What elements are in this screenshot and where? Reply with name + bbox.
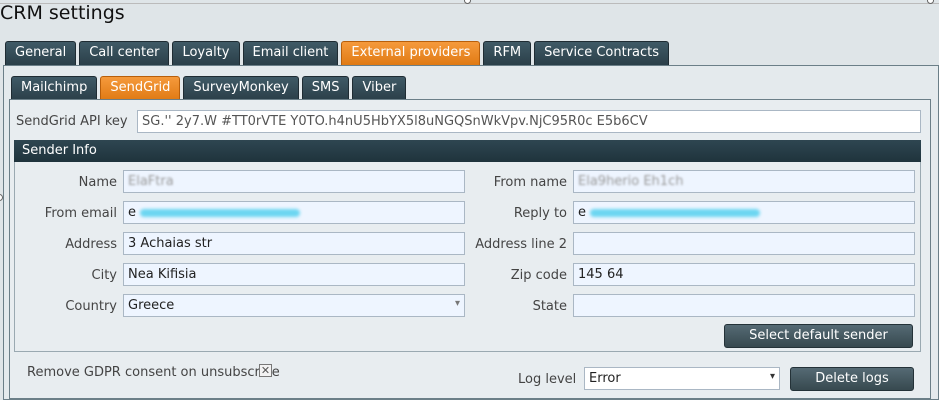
- tab-service-contracts[interactable]: Service Contracts: [534, 41, 670, 65]
- from-name-value: Ela9herio Eh1ch: [578, 174, 684, 189]
- api-key-label: SendGrid API key: [16, 114, 128, 129]
- from-email-value: e: [128, 205, 136, 220]
- main-tab-strip: General Call center Loyalty Email client…: [5, 41, 672, 65]
- zip-code-value: 145 64: [578, 267, 624, 282]
- api-key-input[interactable]: SG.'' 2y7.W #TT0rVTE Y0TO.h4nU5HbYX5l8uN…: [137, 110, 921, 133]
- tab-external-providers[interactable]: External providers: [341, 41, 481, 65]
- reply-to-input[interactable]: e: [573, 201, 915, 224]
- reply-to-label: Reply to: [513, 206, 567, 221]
- redacted-blur: [140, 208, 301, 217]
- tab-surveymonkey[interactable]: SurveyMonkey: [183, 76, 299, 100]
- log-level-value: Error: [589, 371, 621, 386]
- country-value: Greece: [128, 298, 175, 313]
- city-label: City: [91, 268, 117, 283]
- city-input[interactable]: Nea Kifisia: [123, 263, 465, 286]
- name-label: Name: [78, 175, 117, 190]
- gdpr-consent-label: Remove GDPR consent on unsubscribe: [27, 365, 280, 380]
- from-email-label: From email: [44, 206, 117, 221]
- address-line-2-input[interactable]: [573, 232, 915, 255]
- sub-tab-strip: Mailchimp SendGrid SurveyMonkey SMS Vibe…: [11, 76, 409, 100]
- address-label: Address: [65, 237, 117, 252]
- tab-call-center[interactable]: Call center: [79, 41, 170, 65]
- window-title: CRM settings: [0, 2, 125, 24]
- tab-email-client[interactable]: Email client: [242, 41, 339, 65]
- gdpr-consent-checkbox[interactable]: ✕: [259, 364, 272, 377]
- tab-loyalty[interactable]: Loyalty: [172, 41, 240, 65]
- tab-rfm[interactable]: RFM: [483, 41, 532, 65]
- tab-sendgrid[interactable]: SendGrid: [100, 76, 181, 100]
- tab-viber[interactable]: Viber: [352, 76, 407, 100]
- from-name-input[interactable]: Ela9herio Eh1ch: [573, 170, 915, 193]
- country-select[interactable]: Greece ▾: [123, 294, 465, 317]
- tab-mailchimp[interactable]: Mailchimp: [11, 76, 98, 100]
- api-key-value: SG.'' 2y7.W #TT0rVTE Y0TO.h4nU5HbYX5l8uN…: [142, 114, 648, 129]
- name-value: ElaFtra: [128, 174, 174, 189]
- city-value: Nea Kifisia: [128, 267, 197, 282]
- from-email-input[interactable]: e: [123, 201, 465, 224]
- address-input[interactable]: 3 Achaias str: [123, 232, 465, 255]
- state-input[interactable]: [573, 294, 915, 317]
- name-input[interactable]: ElaFtra: [123, 170, 465, 193]
- select-default-sender-button[interactable]: Select default sender: [724, 324, 913, 348]
- delete-logs-button[interactable]: Delete logs: [790, 367, 914, 391]
- chevron-down-icon: ▾: [769, 371, 775, 382]
- log-level-select[interactable]: Error ▾: [584, 367, 780, 390]
- sender-info-header: Sender Info: [14, 140, 921, 162]
- chevron-down-icon: ▾: [454, 298, 460, 309]
- state-label: State: [532, 299, 567, 314]
- address-line-2-label: Address line 2: [475, 237, 567, 252]
- address-value: 3 Achaias str: [128, 236, 213, 251]
- tab-general[interactable]: General: [5, 41, 77, 65]
- from-name-label: From name: [493, 175, 567, 190]
- country-label: Country: [65, 299, 117, 314]
- zip-code-label: Zip code: [510, 268, 567, 283]
- redacted-blur: [590, 208, 761, 217]
- log-level-label: Log level: [518, 372, 577, 387]
- tab-sms[interactable]: SMS: [301, 76, 350, 100]
- reply-to-value: e: [578, 205, 586, 220]
- zip-code-input[interactable]: 145 64: [573, 263, 915, 286]
